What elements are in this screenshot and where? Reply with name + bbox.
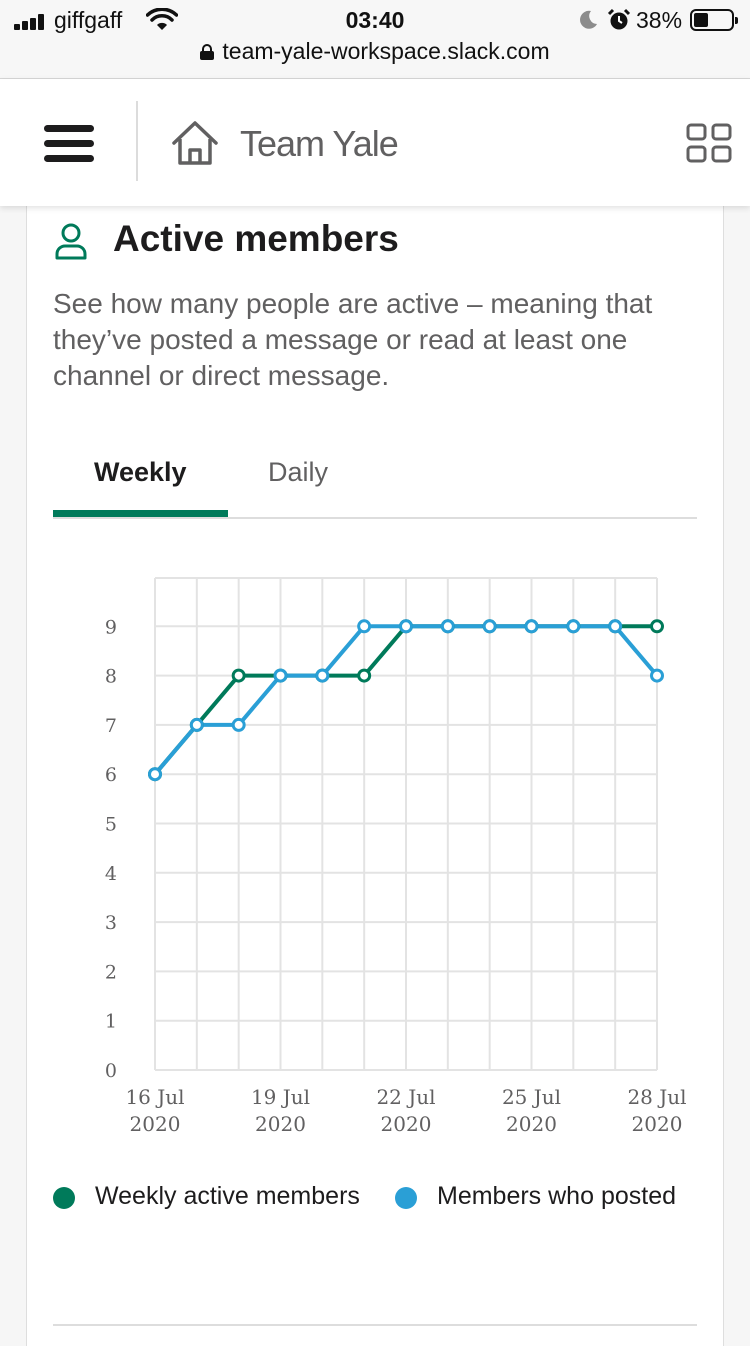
x-tick-label-year: 2020 (130, 1112, 181, 1136)
data-point-members-posted (357, 619, 372, 634)
y-tick-label: 3 (105, 912, 117, 934)
x-tick-label: 25 Jul (502, 1085, 561, 1109)
data-point-members-posted (231, 717, 246, 732)
x-tick-label: 16 Jul (125, 1085, 184, 1109)
y-tick-label: 1 (105, 1011, 117, 1033)
x-tick-label-year: 2020 (632, 1112, 683, 1136)
y-tick-label: 6 (105, 764, 117, 786)
legend-label-weekly: Weekly active members (95, 1182, 360, 1210)
data-point-members-posted (273, 668, 288, 683)
x-tick-label-year: 2020 (255, 1112, 306, 1136)
y-tick-label: 9 (105, 616, 117, 638)
data-point-members-posted (148, 767, 162, 782)
x-tick-label-year: 2020 (381, 1112, 432, 1136)
x-tick-label-year: 2020 (506, 1112, 557, 1136)
y-tick-label: 7 (105, 715, 117, 737)
data-point-members-posted (482, 619, 497, 634)
workspace-name[interactable]: Team Yale (240, 123, 399, 165)
data-point-members-posted (399, 619, 413, 634)
data-point-members-posted (566, 619, 581, 634)
legend-green-dot (53, 1187, 75, 1209)
hamburger-menu-icon[interactable] (44, 125, 94, 163)
data-point-members-posted (524, 619, 539, 634)
data-point-members-posted (315, 668, 330, 683)
legend-weekly-active: Weekly active members (53, 1182, 360, 1211)
legend-members-posted: Members who posted (395, 1182, 677, 1211)
data-point-weekly-active (650, 619, 664, 634)
x-tick-label: 28 Jul (627, 1085, 686, 1109)
data-point-members-posted (440, 619, 455, 634)
data-point-weekly-active (231, 668, 246, 683)
y-tick-label: 0 (105, 1060, 117, 1082)
x-tick-label: 22 Jul (376, 1085, 435, 1109)
header-divider (136, 101, 138, 181)
legend-label-posted: Members who posted (437, 1182, 677, 1210)
data-point-members-posted (608, 619, 623, 634)
data-point-members-posted (650, 668, 664, 683)
home-icon[interactable] (170, 119, 220, 167)
y-tick-label: 8 (105, 666, 117, 688)
card-bottom-divider (53, 1324, 697, 1326)
y-tick-label: 5 (105, 814, 117, 836)
legend-blue-dot (395, 1187, 417, 1209)
app-header: Team Yale (0, 79, 750, 206)
grid-icon[interactable] (686, 123, 732, 163)
data-point-weekly-active (357, 668, 372, 683)
y-tick-label: 2 (105, 961, 117, 983)
data-point-members-posted (189, 717, 204, 732)
x-tick-label: 19 Jul (251, 1085, 310, 1109)
y-tick-label: 4 (105, 863, 117, 885)
